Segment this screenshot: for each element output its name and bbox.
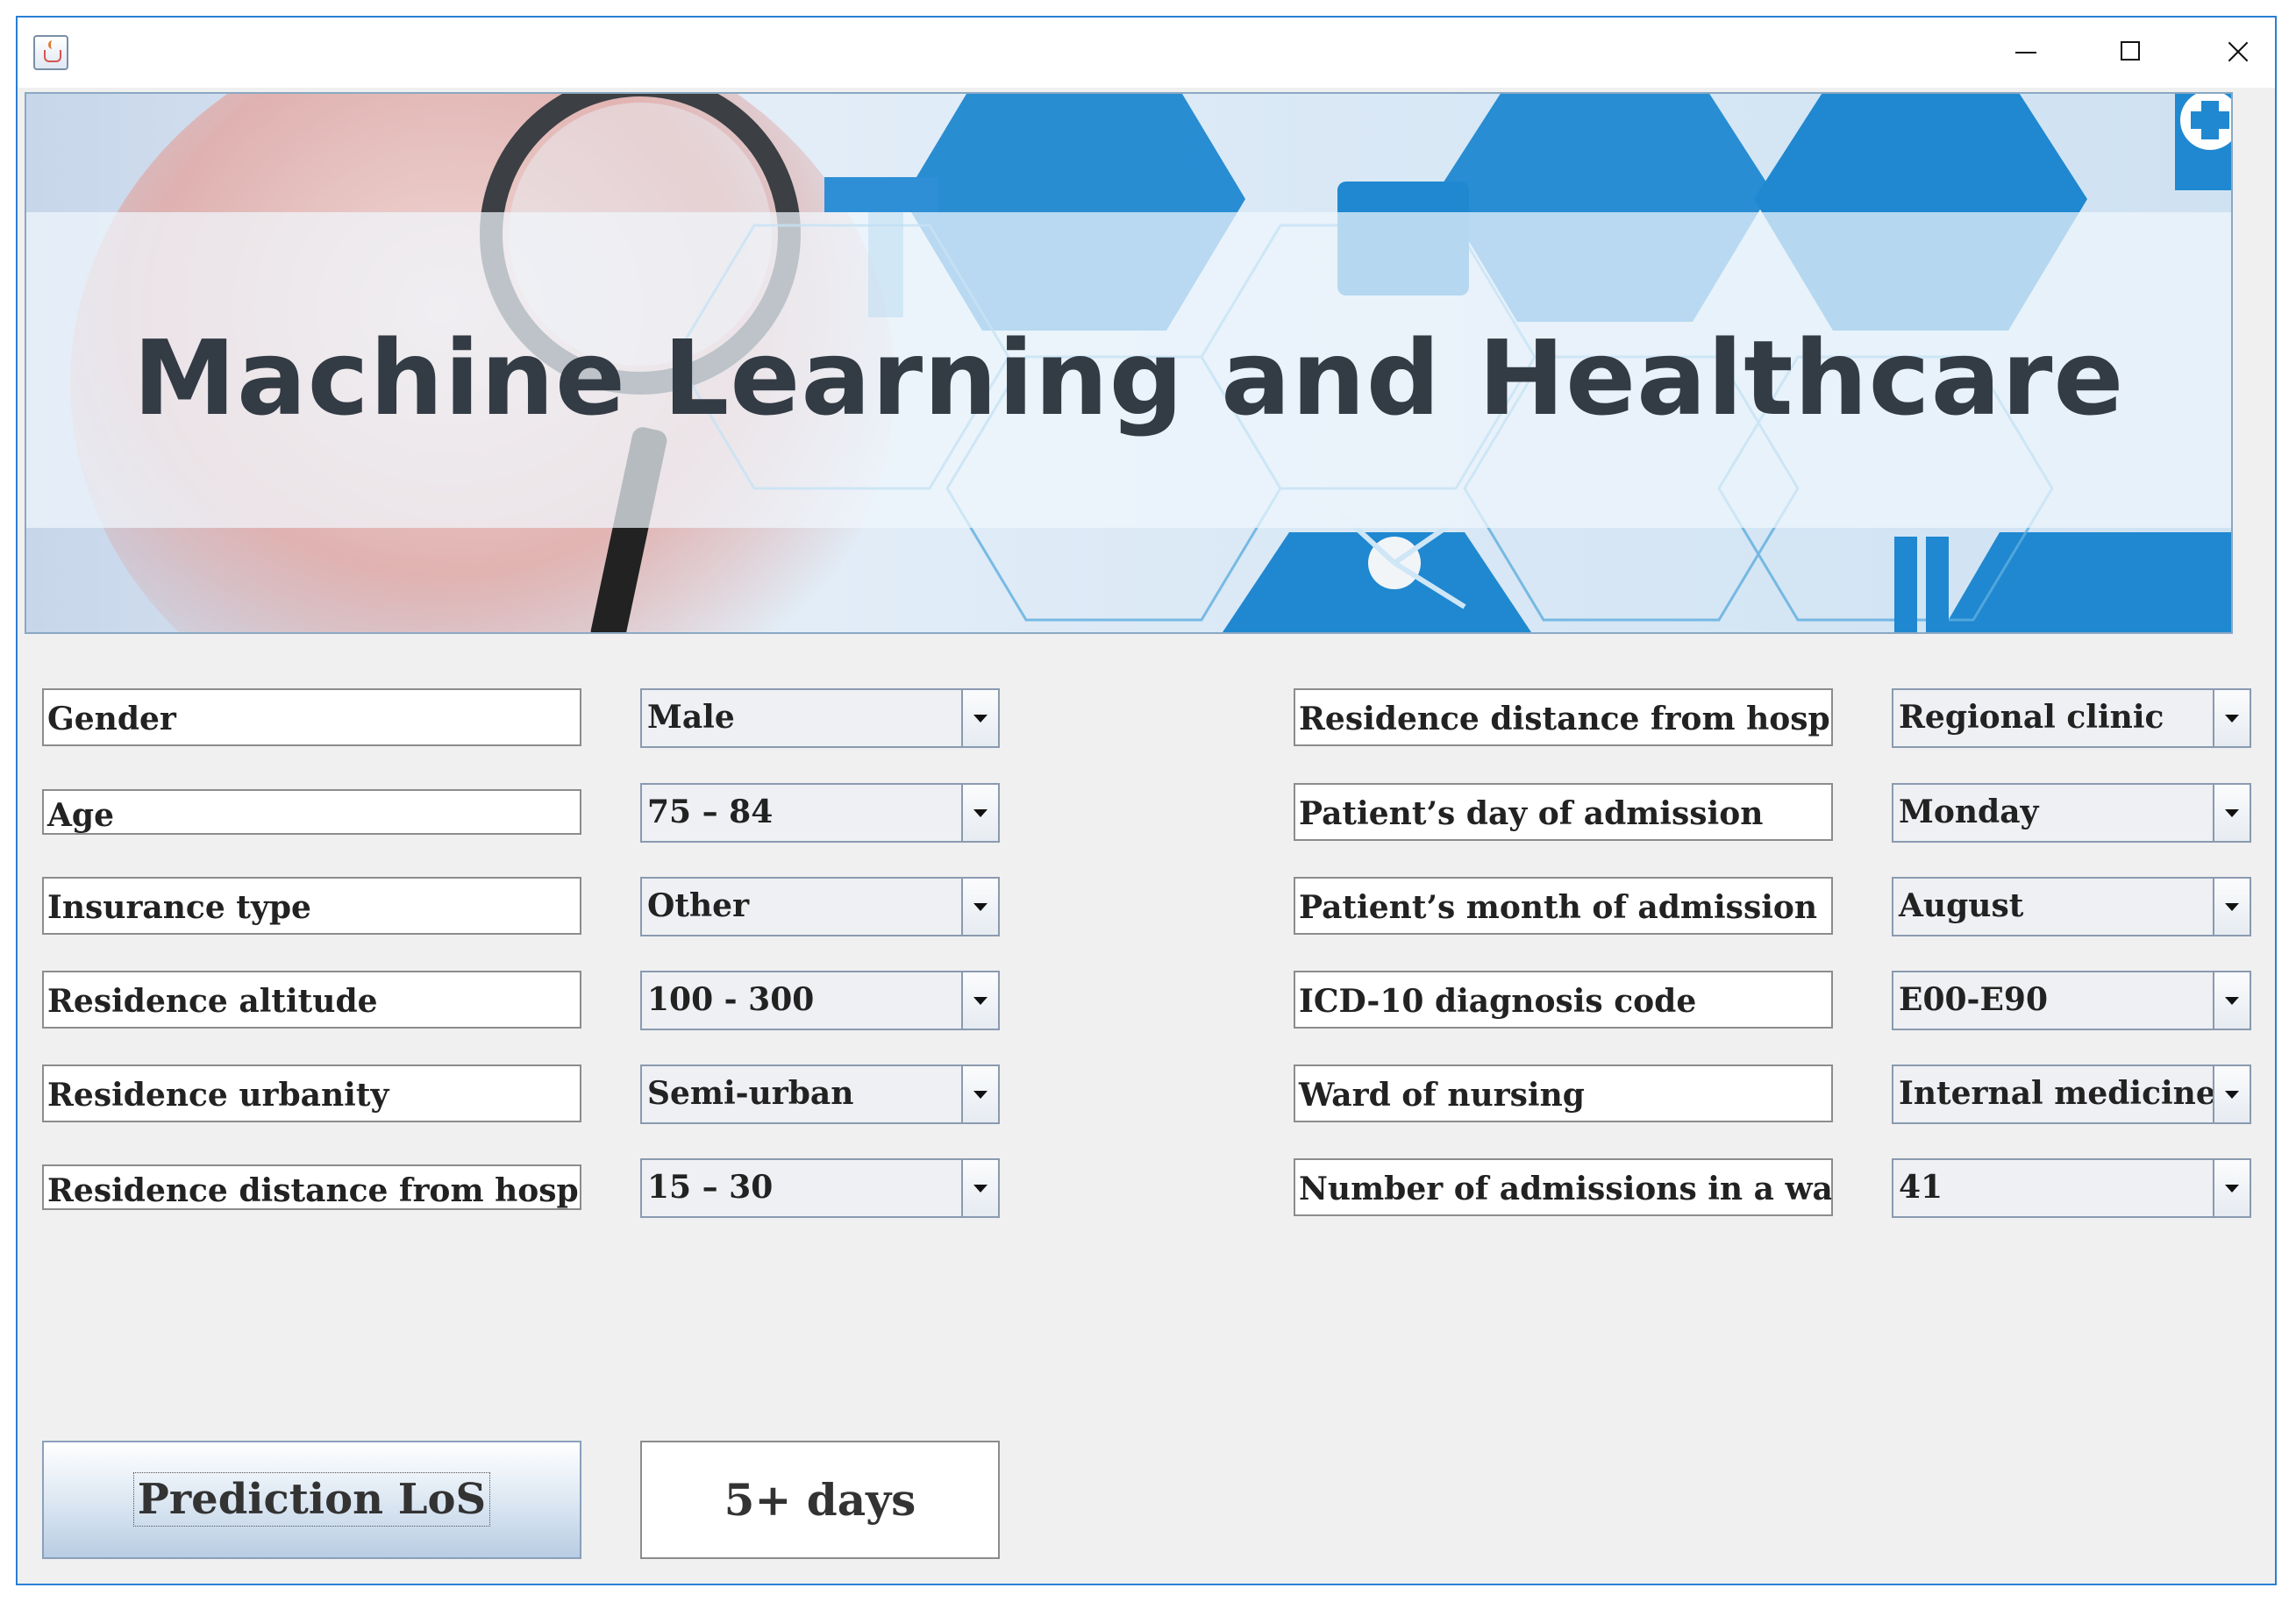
distance-from-hospital-label: Residence distance from hospital [1294,688,1833,746]
residence-urbanity-label: Residence urbanity [42,1064,581,1122]
residence-distance-label: Residence distance from hospital [42,1164,581,1210]
icd10-code-select[interactable]: E00-E90 [1892,971,2251,1030]
insurance-type-value: Other [647,887,750,924]
residence-distance-select[interactable]: 15 – 30 [640,1158,1000,1218]
chevron-down-icon[interactable] [2213,690,2250,746]
admissions-in-ward-select[interactable]: 41 [1892,1158,2251,1218]
gender-value: Male [647,699,735,736]
residence-urbanity-select[interactable]: Semi-urban [640,1064,1000,1124]
chevron-down-icon[interactable] [961,1066,998,1122]
title-bar [18,18,2275,88]
residence-altitude-select[interactable]: 100 - 300 [640,971,1000,1030]
admission-day-label: Patient’s day of admission [1294,783,1833,841]
admission-month-label: Patient’s month of admission [1294,877,1833,935]
prediction-los-button[interactable]: Prediction LoS [42,1441,581,1559]
gender-select[interactable]: Male [640,688,1000,748]
icd10-code-label: ICD-10 diagnosis code [1294,971,1833,1029]
residence-urbanity-value: Semi-urban [647,1075,854,1112]
residence-altitude-label: Residence altitude [42,971,581,1029]
insurance-type-select[interactable]: Other [640,877,1000,936]
chevron-down-icon[interactable] [2213,972,2250,1029]
prediction-los-label: Prediction LoS [132,1472,491,1527]
ward-of-nursing-select[interactable]: Internal medicine [1892,1064,2251,1124]
admission-month-select[interactable]: August [1892,877,2251,936]
admissions-in-ward-label: Number of admissions in a ward [1294,1158,1833,1216]
insurance-type-label: Insurance type [42,877,581,935]
residence-altitude-value: 100 - 300 [647,981,815,1018]
residence-distance-value: 15 – 30 [647,1169,774,1206]
admissions-in-ward-value: 41 [1899,1169,1943,1206]
icd10-code-value: E00-E90 [1899,981,2049,1018]
maximize-button[interactable] [2079,18,2184,88]
ward-of-nursing-value: Internal medicine [1899,1075,2216,1112]
close-button[interactable] [2184,18,2289,88]
chevron-down-icon[interactable] [2213,879,2250,935]
header-banner-image: Machine Learning and Healthcare [25,92,2233,634]
age-value: 75 – 84 [647,794,774,830]
java-app-icon [33,35,68,70]
banner-title: Machine Learning and Healthcare [132,317,2125,438]
admission-day-value: Monday [1899,794,2039,830]
admission-day-select[interactable]: Monday [1892,783,2251,843]
chevron-down-icon[interactable] [961,785,998,841]
chevron-down-icon[interactable] [2213,785,2250,841]
chevron-down-icon[interactable] [2213,1066,2250,1122]
admission-month-value: August [1899,887,2024,924]
chevron-down-icon[interactable] [961,690,998,746]
gender-label: Gender [42,688,581,746]
minimize-button[interactable] [1973,18,2079,88]
chevron-down-icon[interactable] [961,1160,998,1216]
prediction-result: 5+ days [640,1441,1000,1559]
chevron-down-icon[interactable] [961,879,998,935]
distance-from-hospital-select[interactable]: Regional clinic [1892,688,2251,748]
age-label: Age [42,789,581,835]
ward-of-nursing-label: Ward of nursing [1294,1064,1833,1122]
age-select[interactable]: 75 – 84 [640,783,1000,843]
chevron-down-icon[interactable] [2213,1160,2250,1216]
distance-from-hospital-value: Regional clinic [1899,699,2164,736]
chevron-down-icon[interactable] [961,972,998,1029]
